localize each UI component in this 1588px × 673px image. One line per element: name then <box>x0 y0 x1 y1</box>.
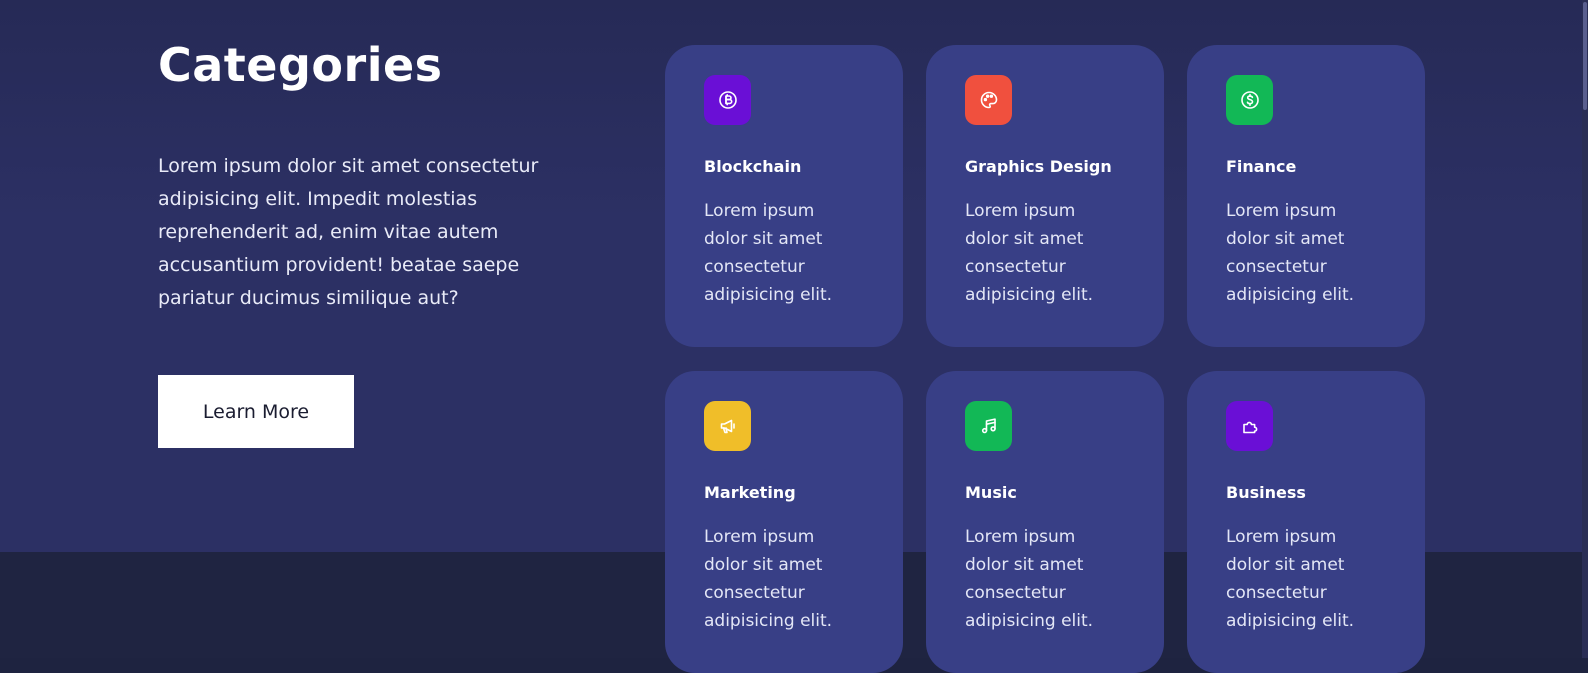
icon-badge <box>704 401 751 451</box>
category-card-business[interactable]: Business Lorem ipsum dolor sit amet cons… <box>1187 371 1425 673</box>
dollar-coin-icon <box>1240 90 1260 110</box>
category-card-finance[interactable]: Finance Lorem ipsum dolor sit amet conse… <box>1187 45 1425 347</box>
section-description: Lorem ipsum dolor sit amet consectetur a… <box>158 155 539 309</box>
megaphone-icon <box>718 416 738 436</box>
bitcoin-icon <box>718 90 738 110</box>
category-description: Lorem ipsum dolor sit amet consectetur a… <box>1226 201 1355 305</box>
icon-badge <box>965 401 1012 451</box>
icon-badge <box>965 75 1012 125</box>
page-scrollbar[interactable] <box>1582 0 1588 658</box>
category-name: Graphics Design <box>965 157 1112 176</box>
music-note-icon <box>979 416 999 436</box>
scrollbar-thumb[interactable] <box>1583 2 1587 110</box>
puzzle-icon <box>1240 416 1260 436</box>
category-name: Marketing <box>704 483 796 502</box>
section-title: Categories <box>158 38 443 92</box>
category-card-music[interactable]: Music Lorem ipsum dolor sit amet consect… <box>926 371 1164 673</box>
category-card-marketing[interactable]: Marketing Lorem ipsum dolor sit amet con… <box>665 371 903 673</box>
category-card-blockchain[interactable]: Blockchain Lorem ipsum dolor sit amet co… <box>665 45 903 347</box>
category-description: Lorem ipsum dolor sit amet consectetur a… <box>965 201 1094 305</box>
category-name: Music <box>965 483 1017 502</box>
category-name: Finance <box>1226 157 1297 176</box>
category-name: Business <box>1226 483 1306 502</box>
palette-icon <box>979 90 999 110</box>
category-description: Lorem ipsum dolor sit amet consectetur a… <box>704 201 833 305</box>
category-description: Lorem ipsum dolor sit amet consectetur a… <box>965 527 1094 631</box>
category-description: Lorem ipsum dolor sit amet consectetur a… <box>1226 527 1355 631</box>
icon-badge <box>1226 401 1273 451</box>
learn-more-button[interactable]: Learn More <box>158 375 354 448</box>
category-name: Blockchain <box>704 157 802 176</box>
icon-badge <box>704 75 751 125</box>
icon-badge <box>1226 75 1273 125</box>
category-card-graphics-design[interactable]: Graphics Design Lorem ipsum dolor sit am… <box>926 45 1164 347</box>
category-description: Lorem ipsum dolor sit amet consectetur a… <box>704 527 833 631</box>
